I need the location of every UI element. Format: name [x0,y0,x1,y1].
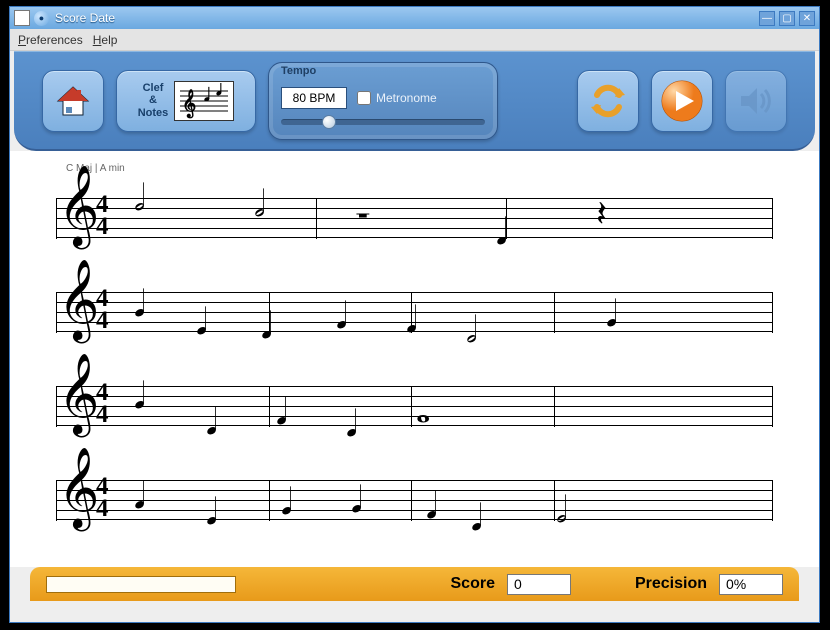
refresh-icon [589,83,627,119]
precision-value: 0% [719,574,783,595]
note: 𝅘𝅥 [426,488,437,524]
progress-bar [46,576,236,593]
sysmenu-icon[interactable]: ● [34,11,49,26]
tempo-legend: Tempo [281,65,316,77]
maximize-button[interactable]: ▢ [779,11,795,26]
key-signature-label: C Maj | A min [66,163,773,174]
window-title: Score Date [55,11,755,25]
note: 𝅗𝅥 [466,312,477,348]
tempo-slider[interactable] [281,119,485,125]
treble-clef-icon: 𝄞 [58,266,99,336]
svg-text:𝅘𝅥: 𝅘𝅥 [204,85,210,105]
note: 𝄻 [356,204,370,240]
treble-clef-icon: 𝄞 [58,360,99,430]
precision-label: Precision [635,575,707,593]
toolbar: Clef & Notes 𝄞 𝅘𝅥 𝅘𝅥 Tempo [14,51,815,151]
menu-help[interactable]: Help [93,33,118,47]
note: 𝅘𝅥 [281,484,292,520]
barline [316,198,317,239]
menu-preferences[interactable]: Preferences [18,33,83,47]
treble-clef-icon: 𝄞 [58,454,99,524]
barline [554,292,555,333]
note: 𝅘𝅥 [606,296,617,332]
app-window: ♪ ● Score Date — ▢ ✕ Preferences Help Cl… [9,6,820,623]
play-button[interactable] [651,70,713,132]
note: 𝅘𝅥 [351,482,362,518]
tempo-slider-thumb[interactable] [322,115,336,129]
home-icon [55,85,91,117]
metronome-checkbox[interactable] [357,91,371,105]
staff-row: 𝄞44𝅘𝅥𝅘𝅥𝅘𝅥𝅘𝅥𝅘𝅥𝅘𝅥𝅗𝅥 [56,458,773,538]
refresh-button[interactable] [577,70,639,132]
clef-preview: 𝄞 𝅘𝅥 𝅘𝅥 [174,81,234,121]
score-value: 0 [507,574,571,595]
barline [269,480,270,521]
time-signature: 44 [96,194,109,238]
titlebar[interactable]: ♪ ● Score Date — ▢ ✕ [10,7,819,29]
note: 𝅘𝅥 [261,308,272,344]
tempo-panel: Tempo Metronome [268,62,498,140]
time-signature: 44 [96,288,109,332]
note: 𝅘𝅥 [196,304,207,340]
note: 𝅘𝅥 [406,302,417,338]
note: 𝅘𝅥 [206,494,217,530]
note: 𝅗𝅥 [134,180,145,216]
staff-row: 𝄞44𝅘𝅥𝅘𝅥𝅘𝅥𝅘𝅥𝅝 [56,364,773,444]
note: 𝅘𝅥 [471,500,482,536]
minimize-button[interactable]: — [759,11,775,26]
barline [411,480,412,521]
note: 𝅘𝅥 [496,214,507,250]
barline [554,480,555,521]
note: 𝄽 [596,196,607,232]
note: 𝅘𝅥 [134,378,145,414]
close-button[interactable]: ✕ [799,11,815,26]
sound-button[interactable] [725,70,787,132]
score-area: C Maj | A min 𝄞44𝅗𝅥𝅗𝅥𝄻𝅘𝅥𝄽𝄞44𝅘𝅥𝅘𝅥𝅘𝅥𝅘𝅥𝅘𝅥𝅗𝅥… [10,151,819,567]
score-label: Score [451,575,495,593]
note: 𝅘𝅥 [336,298,347,334]
note: 𝅝 [416,392,430,428]
statusbar: Score 0 Precision 0% [30,567,799,601]
clef-notes-label: Clef & Notes [138,82,169,118]
app-icon: ♪ [14,10,30,26]
note: 𝅗𝅥 [556,492,567,528]
barline [269,386,270,427]
tempo-input[interactable] [281,87,347,109]
note: 𝅘𝅥 [134,286,145,322]
speaker-icon [737,84,775,118]
metronome-label: Metronome [376,91,437,105]
note: 𝅘𝅥 [134,478,145,514]
home-button[interactable] [42,70,104,132]
time-signature: 44 [96,382,109,426]
menubar: Preferences Help [10,29,819,51]
staff-row: 𝄞44𝅘𝅥𝅘𝅥𝅘𝅥𝅘𝅥𝅘𝅥𝅗𝅥𝅘𝅥 [56,270,773,350]
svg-text:𝄞: 𝄞 [182,89,196,119]
metronome-toggle[interactable]: Metronome [357,91,437,105]
treble-clef-icon: 𝄞 [58,172,99,242]
note: 𝅘𝅥 [206,404,217,440]
clef-notes-button[interactable]: Clef & Notes 𝄞 𝅘𝅥 𝅘𝅥 [116,70,256,132]
note: 𝅗𝅥 [254,186,265,222]
barline [554,386,555,427]
time-signature: 44 [96,476,109,520]
note: 𝅘𝅥 [346,406,357,442]
note: 𝅘𝅥 [276,394,287,430]
staff-row: 𝄞44𝅗𝅥𝅗𝅥𝄻𝅘𝅥𝄽 [56,176,773,256]
play-icon [660,79,704,123]
barline [411,386,412,427]
svg-text:𝅘𝅥: 𝅘𝅥 [216,83,222,99]
